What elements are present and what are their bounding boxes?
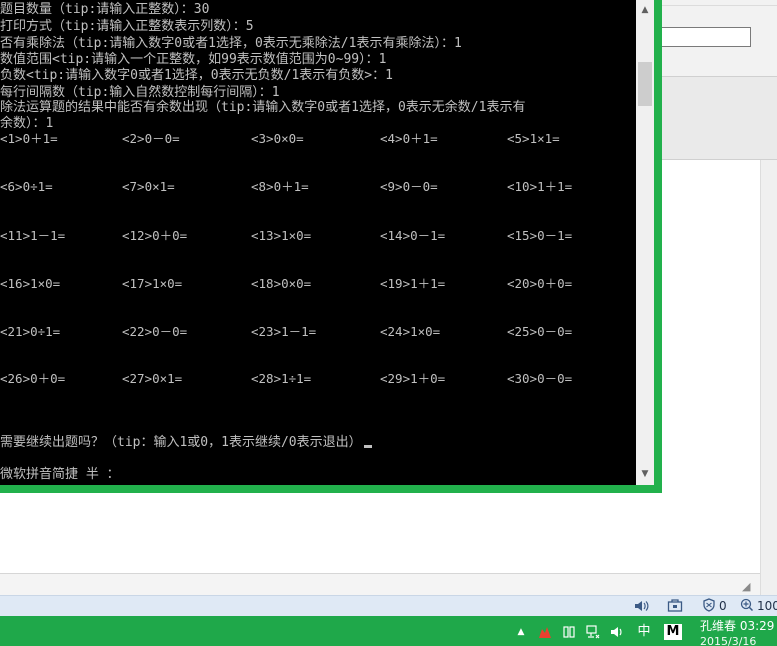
protected-mode-icon[interactable] [667, 598, 683, 614]
console-vertical-scrollbar[interactable]: ▲ ▼ [636, 0, 654, 485]
power-icon[interactable] [561, 624, 577, 640]
status-bar: 0 100 [0, 595, 777, 616]
scroll-thumb[interactable] [638, 62, 652, 106]
problem-cell: <4>0＋1= [380, 131, 438, 146]
zoom-control[interactable]: 100 [740, 598, 777, 614]
problem-row: <26>0＋0= <27>0×1= <28>1÷1= <29>1＋0= <30>… [0, 371, 636, 387]
problem-row: <1>0＋1= <2>0－0= <3>0×0= <4>0＋1= <5>1×1= [0, 131, 636, 147]
console-line: 余数）：1 [0, 116, 54, 131]
background-content-band [655, 76, 777, 160]
resize-grip-icon[interactable]: ◢ [742, 580, 756, 594]
scroll-up-icon[interactable]: ▲ [636, 2, 654, 19]
problem-cell: <16>1×0= [0, 276, 61, 291]
background-horizontal-scrollbar[interactable] [0, 573, 760, 595]
problem-cell: <9>0－0= [380, 179, 438, 194]
zoom-icon [740, 598, 754, 615]
network-icon[interactable] [585, 624, 601, 640]
problem-cell: <5>1×1= [507, 131, 560, 146]
blocked-count: 0 [719, 599, 727, 613]
problem-cell: <19>1＋1= [380, 276, 446, 291]
problem-row: <21>0÷1= <22>0－0= <23>1－1= <24>1×0= <25>… [0, 324, 636, 340]
problem-cell: <21>0÷1= [0, 324, 61, 339]
ime-mode-indicator[interactable]: M [664, 624, 682, 640]
console-line: 题目数量（tip:请输入正整数）：30 [0, 2, 210, 17]
text-cursor [363, 445, 372, 448]
console-body[interactable]: 题目数量（tip:请输入正整数）：30 打印方式（tip:请输入正整数表示列数）… [0, 0, 654, 485]
clock-time: 孔维春 03:29 [700, 619, 775, 633]
continue-prompt: 需要继续出题吗？（tip：输入1或0，1表示继续/0表示退出） [0, 435, 362, 450]
problem-row: <11>1－1= <12>0＋0= <13>1×0= <14>0－1= <15>… [0, 228, 636, 244]
problem-cell: <30>0－0= [507, 371, 573, 386]
continue-prompt-line: 需要继续出题吗？（tip：输入1或0，1表示继续/0表示退出） [0, 435, 372, 451]
console-line: 数值范围<tip:请输入一个正整数，如99表示数值范围为0~99）：1 [0, 52, 387, 67]
console-output: 题目数量（tip:请输入正整数）：30 打印方式（tip:请输入正整数表示列数）… [0, 0, 636, 485]
problem-cell: <15>0－1= [507, 228, 573, 243]
volume-icon[interactable] [609, 624, 625, 640]
console-line: 每行间隔数（tip:输入自然数控制每行间隔）：1 [0, 85, 280, 100]
problem-cell: <13>1×0= [251, 228, 312, 243]
problem-cell: <10>1＋1= [507, 179, 573, 194]
ime-status-line: 微软拼音简捷 半 ： [0, 467, 120, 482]
blocked-items[interactable]: 0 [702, 597, 727, 615]
zoom-level: 100 [757, 599, 777, 613]
background-vertical-scrollbar[interactable] [760, 160, 777, 595]
problem-cell: <20>0＋0= [507, 276, 573, 291]
problem-cell: <1>0＋1= [0, 131, 58, 146]
problem-cell: <6>0÷1= [0, 179, 53, 194]
problem-cell: <3>0×0= [251, 131, 304, 146]
problem-cell: <26>0＋0= [0, 371, 66, 386]
divider [655, 5, 777, 6]
console-line: 除法运算题的结果中能否有余数出现（tip:请输入数字0或者1选择，0表示无余数/… [0, 100, 526, 115]
problem-cell: <7>0×1= [122, 179, 175, 194]
problem-cell: <22>0－0= [122, 324, 188, 339]
problem-cell: <27>0×1= [122, 371, 183, 386]
console-line: 打印方式（tip:请输入正整数表示列数）：5 [0, 19, 254, 34]
problem-cell: <11>1－1= [0, 228, 66, 243]
console-window: 题目数量（tip:请输入正整数）：30 打印方式（tip:请输入正整数表示列数）… [0, 0, 662, 493]
ime-language-indicator[interactable]: 中 [636, 624, 652, 640]
show-hidden-icons-icon[interactable]: ▲ [513, 624, 529, 640]
clock-date: 2015/3/16 [700, 635, 757, 646]
problem-cell: <12>0＋0= [122, 228, 188, 243]
problem-row: <6>0÷1= <7>0×1= <8>0＋1= <9>0－0= <10>1＋1= [0, 179, 636, 195]
problem-cell: <23>1－1= [251, 324, 317, 339]
problem-cell: <28>1÷1= [251, 371, 312, 386]
shield-icon [702, 597, 716, 615]
taskbar: ▲ 中 M 孔维春 03:29 2015/3/16 [0, 616, 777, 646]
console-line: 否有乘除法（tip:请输入数字0或者1选择，0表示无乘除法/1表示有乘除法）：1 [0, 36, 462, 51]
problem-cell: <2>0－0= [122, 131, 180, 146]
problem-cell: <14>0－1= [380, 228, 446, 243]
app-tray-icon[interactable] [537, 624, 553, 640]
problem-cell: <8>0＋1= [251, 179, 309, 194]
speaker-icon[interactable] [634, 598, 650, 614]
problem-cell: <25>0－0= [507, 324, 573, 339]
problem-cell: <18>0×0= [251, 276, 312, 291]
problem-cell: <29>1＋0= [380, 371, 446, 386]
system-clock[interactable]: 孔维春 03:29 2015/3/16 [700, 619, 777, 646]
problem-cell: <17>1×0= [122, 276, 183, 291]
background-input-field[interactable] [660, 27, 751, 47]
problem-row: <16>1×0= <17>1×0= <18>0×0= <19>1＋1= <20>… [0, 276, 636, 292]
console-line: 负数<tip:请输入数字0或者1选择，0表示无负数/1表示有负数>：1 [0, 68, 393, 83]
problem-cell: <24>1×0= [380, 324, 441, 339]
scroll-down-icon[interactable]: ▼ [636, 466, 654, 483]
